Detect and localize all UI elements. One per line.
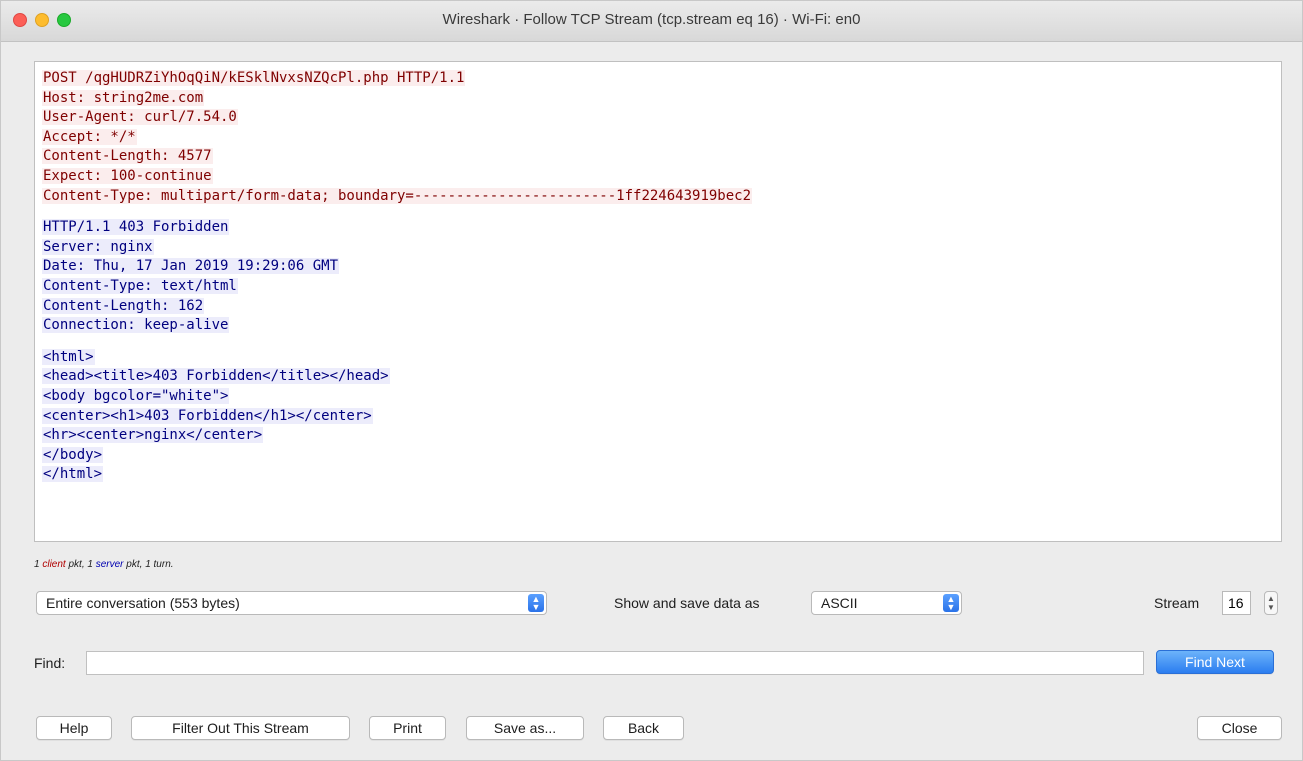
stream-label: Stream [1154, 595, 1200, 611]
client-line: Accept: */* [42, 128, 137, 145]
client-line: Content-Length: 4577 [42, 148, 213, 165]
show-save-label: Show and save data as [614, 595, 760, 611]
server-line: <hr><center>nginx</center> [42, 427, 264, 444]
chevron-updown-icon: ▲ ▼ [528, 594, 544, 612]
server-line: <body bgcolor="white"> [42, 387, 230, 404]
server-line: </html> [42, 466, 104, 483]
help-button[interactable]: Help [36, 716, 112, 740]
filter-out-stream-button[interactable]: Filter Out This Stream [131, 716, 350, 740]
client-line: Host: string2me.com [42, 89, 205, 106]
server-line: Connection: keep-alive [42, 317, 230, 334]
format-select-value: ASCII [821, 595, 858, 611]
server-line: <html> [42, 348, 95, 365]
format-select[interactable]: ASCII ▲ ▼ [811, 591, 962, 615]
back-button[interactable]: Back [603, 716, 684, 740]
server-line: <center><h1>403 Forbidden</h1></center> [42, 407, 373, 424]
conversation-select[interactable]: Entire conversation (553 bytes) ▲ ▼ [36, 591, 547, 615]
close-button[interactable]: Close [1197, 716, 1282, 740]
conversation-select-value: Entire conversation (553 bytes) [46, 595, 240, 611]
client-line: Expect: 100-continue [42, 167, 213, 184]
client-line: POST /qgHUDRZiYhOqQiN/kESklNvxsNZQcPl.ph… [42, 70, 466, 86]
server-word: server [95, 559, 124, 570]
server-line: HTTP/1.1 403 Forbidden [42, 219, 230, 236]
client-word: client [42, 559, 66, 570]
server-response-header-block: HTTP/1.1 403 Forbidden Server: nginx Dat… [42, 218, 1274, 336]
chevron-updown-icon: ▲ ▼ [943, 594, 959, 612]
window-title: Wireshark · Follow TCP Stream (tcp.strea… [442, 11, 861, 28]
server-line: Content-Length: 162 [42, 297, 205, 314]
title-bar[interactable]: Wireshark · Follow TCP Stream (tcp.strea… [1, 1, 1302, 42]
stream-stepper-icon[interactable]: ▲ ▼ [1264, 591, 1278, 615]
print-button[interactable]: Print [369, 716, 446, 740]
client-request-block: POST /qgHUDRZiYhOqQiN/kESklNvxsNZQcPl.ph… [42, 69, 1274, 206]
server-line: <head><title>403 Forbidden</title></head… [42, 368, 390, 385]
follow-tcp-stream-window: Wireshark · Follow TCP Stream (tcp.strea… [0, 0, 1303, 761]
server-line: Server: nginx [42, 238, 154, 255]
packet-summary: 1 client pkt, 1 server pkt, 1 turn. [34, 559, 174, 570]
find-input[interactable] [86, 651, 1144, 675]
save-as-button[interactable]: Save as... [466, 716, 584, 740]
client-line: Content-Type: multipart/form-data; bound… [42, 187, 753, 204]
client-line: User-Agent: curl/7.54.0 [42, 109, 238, 126]
find-label: Find: [34, 655, 66, 671]
server-line: Content-Type: text/html [42, 277, 238, 294]
server-line: Date: Thu, 17 Jan 2019 19:29:06 GMT [42, 258, 340, 275]
find-next-button[interactable]: Find Next [1156, 650, 1274, 674]
server-response-body-block: <html> <head><title>403 Forbidden</title… [42, 348, 1274, 485]
stream-number-field[interactable]: 16 [1222, 591, 1251, 615]
stream-content-pane[interactable]: POST /qgHUDRZiYhOqQiN/kESklNvxsNZQcPl.ph… [34, 61, 1282, 542]
server-line: </body> [42, 446, 104, 463]
